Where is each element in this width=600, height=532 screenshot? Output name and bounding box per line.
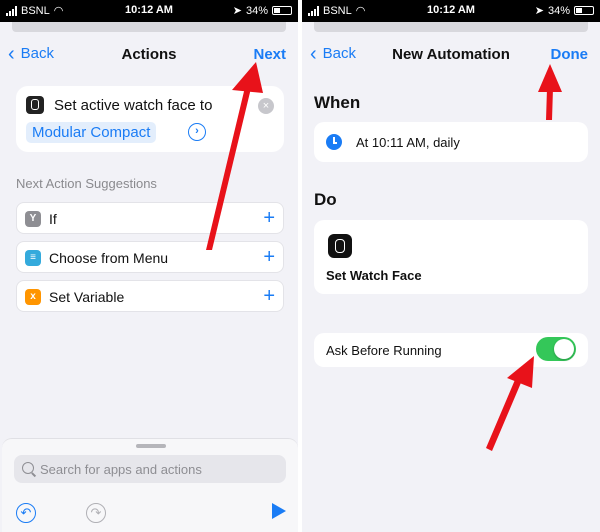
arrow-head <box>538 64 562 92</box>
new-automation-screen: BSNL ◠ 10:12 AM ➤ 34% ‹ Back New Automat… <box>302 0 600 532</box>
arrow-shaft <box>206 83 252 250</box>
actions-screen: BSNL ◠ 10:12 AM ➤ 34% ‹ Back Actions Nex… <box>0 0 298 532</box>
arrow-head <box>232 62 263 93</box>
arrow-head <box>507 356 534 388</box>
arrow-shaft <box>486 375 523 451</box>
annotation-arrow-next <box>206 62 263 250</box>
annotation-arrows <box>486 64 562 451</box>
arrow-shaft <box>546 88 553 120</box>
